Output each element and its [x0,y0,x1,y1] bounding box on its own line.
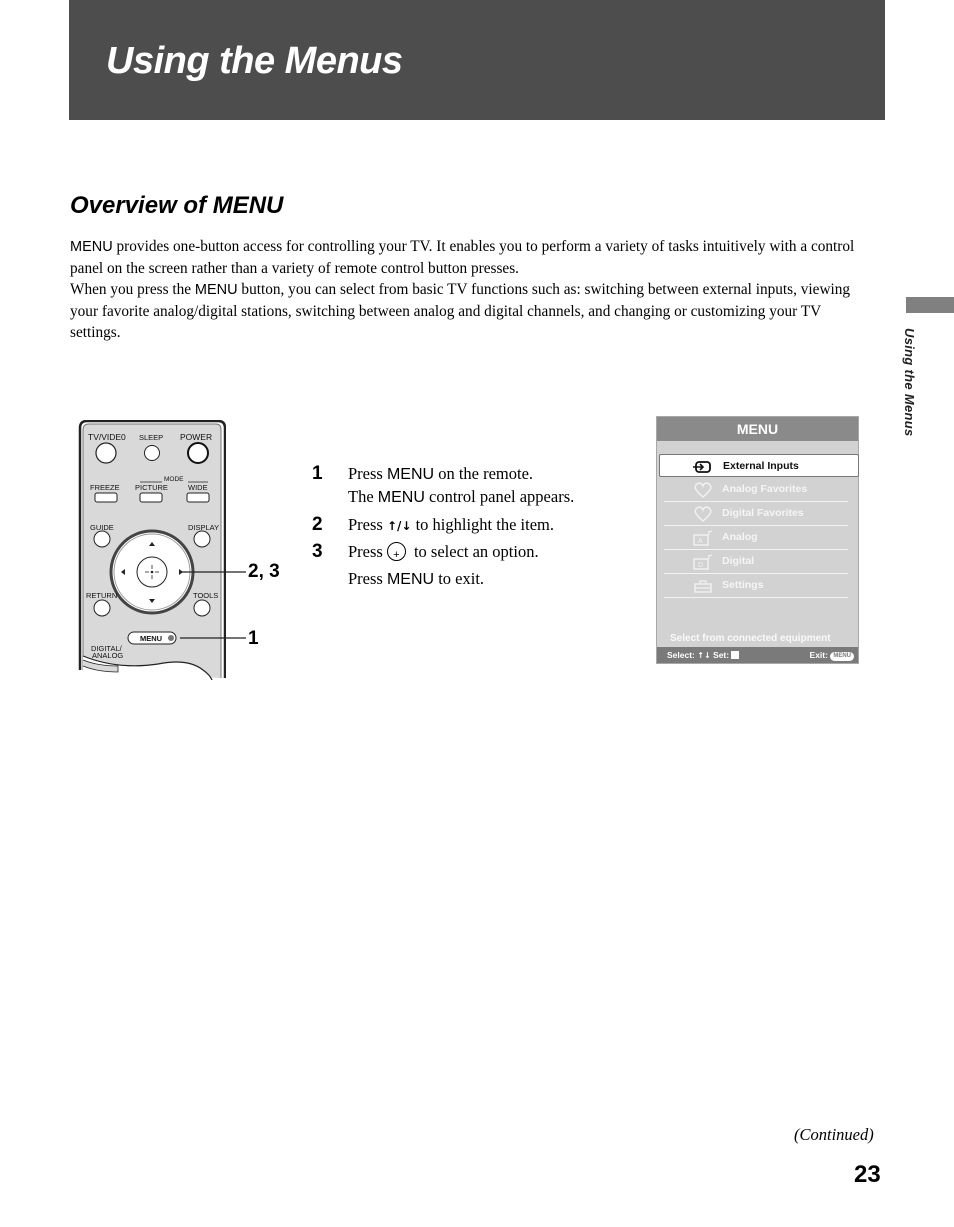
step-text-part: The [348,487,378,506]
section-title: Overview of MENU [70,192,284,219]
up-down-arrows-icon: ↑/↓ [386,519,412,533]
menu-hint-text: Select from connected equipment [670,633,831,644]
analog-tv-icon: A [693,530,713,546]
menu-item-digital[interactable]: D Digital [664,550,848,574]
mode-label: MODE [164,476,184,483]
step-text-part: Press [348,515,387,534]
page-number: 23 [854,1161,881,1188]
exit-label: Exit: [809,650,828,660]
sleep-button[interactable] [144,445,160,461]
heart-icon [694,482,712,498]
step-2: 2 Press ↑/↓ to highlight the item. [312,514,632,537]
input-icon [693,461,711,473]
picture-label: PICTURE [135,483,168,492]
freeze-button[interactable] [94,492,118,503]
menu-word: MENU [70,239,113,255]
display-label: DISPLAY [188,523,220,532]
display-button[interactable] [193,530,211,548]
step-text-part: to exit. [434,569,485,588]
step-text: Press MENU on the remote. [348,463,632,486]
tv-video-label: TV/VIDE0 [88,432,126,442]
steps-list: 1 Press MENU on the remote. The MENU con… [312,463,632,591]
intro-paragraph-2: When you press the MENU button, you can … [70,279,870,343]
heart-icon [694,506,712,522]
menu-item-label: Digital [722,555,755,567]
menu-item-analog[interactable]: A Analog [664,526,848,550]
step-text-part: Press [348,569,387,588]
menu-word: MENU [377,489,425,506]
enter-square-icon [731,651,740,659]
menu-item-label: Settings [722,579,764,591]
menu-item-label: Analog Favorites [722,483,808,495]
step-text: Press ↑/↓ to highlight the item. [348,514,632,537]
step-text-part: on the remote. [434,464,534,483]
step-text-part: to highlight the item. [411,515,554,534]
footer-controls: Select: ↑↓ Set: [667,647,740,664]
menu-item-settings[interactable]: Settings [664,574,848,598]
menu-word: MENU [194,282,238,298]
chapter-header: Using the Menus [69,0,885,120]
tv-video-button[interactable] [95,442,117,464]
step-text: Press MENU to exit. [348,568,632,591]
callout-step-1: 1 [248,628,259,649]
wide-label: WIDE [188,483,208,492]
side-tab-marker [906,297,954,313]
select-label: Select: [667,650,695,660]
step-text-part: Press [348,464,387,483]
continued-note: (Continued) [794,1125,874,1144]
step-text-part: control panel appears. [424,487,575,506]
sleep-label: SLEEP [139,433,164,442]
enter-button-icon [386,542,406,566]
freeze-label: FREEZE [90,483,120,492]
picture-button[interactable] [139,492,163,503]
intro-text: MENU provides one-button access for cont… [70,236,870,343]
menu-button-label: MENU [140,634,163,643]
intro-paragraph-1: MENU provides one-button access for cont… [70,236,870,279]
menu-item-analog-favorites[interactable]: Analog Favorites [664,478,848,502]
toolbox-icon [694,580,712,593]
callout-steps-2-3: 2, 3 [248,561,280,582]
step-text: The MENU control panel appears. [348,486,632,509]
menu-item-external-inputs[interactable]: External Inputs [659,454,859,477]
power-label: POWER [180,432,213,442]
menu-item-digital-favorites[interactable]: Digital Favorites [664,502,848,526]
menu-item-label: Analog [722,531,758,543]
svg-text:A: A [698,538,703,545]
menu-word: MENU [386,571,435,588]
menu-item-label: Digital Favorites [722,507,804,519]
step-3: 3 Press to select an option. Press MENU … [312,541,632,591]
paragraph-text: provides one-button access for controlli… [70,238,855,277]
step-text-part: to select an option. [409,542,539,561]
set-label: Set: [713,650,730,660]
digital-analog-label-2: ANALOG [92,651,124,660]
menu-screen-title: MENU [657,417,858,441]
callout-lines [180,571,246,639]
digital-tv-icon: D [693,554,713,570]
power-button[interactable] [187,442,209,464]
menu-word: MENU [386,466,435,483]
step-text: Press to select an option. [348,541,632,566]
menu-list: External Inputs Analog Favorites Digital… [657,454,860,598]
wide-button[interactable] [186,492,210,503]
guide-button[interactable] [93,530,111,548]
svg-text:D: D [698,562,703,569]
footer-exit: Exit: MENU [810,647,854,663]
page-title: Using the Menus [106,40,403,82]
step-1: 1 Press MENU on the remote. The MENU con… [312,463,632,509]
menu-screen: MENU External Inputs Analog Favorites Di… [656,416,859,664]
menu-footer: Select: ↑↓ Set: Exit: MENU [657,647,858,663]
step-number: 1 [312,463,323,484]
menu-item-label: External Inputs [723,460,799,472]
menu-key-icon: MENU [830,652,854,661]
return-button[interactable] [93,599,111,617]
guide-label: GUIDE [90,523,114,532]
return-label: RETURN [86,591,118,600]
side-tab-label: Using the Menus [902,328,917,437]
step-text-part: Press [348,542,383,561]
paragraph-text: When you press the [70,281,195,298]
step-number: 3 [312,541,323,562]
up-down-arrows-icon: ↑↓ [697,651,711,660]
step-number: 2 [312,514,323,535]
